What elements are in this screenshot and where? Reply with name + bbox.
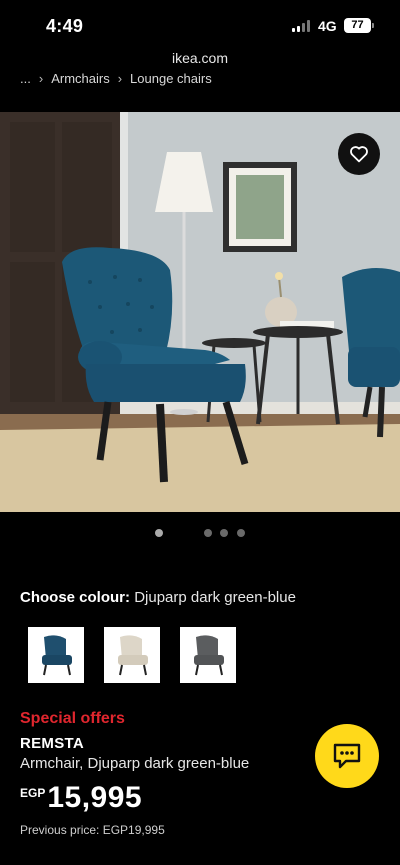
product-price: EGP 15,995 xyxy=(20,781,142,815)
swatch-beige[interactable] xyxy=(104,627,160,683)
battery-icon: 77 xyxy=(344,18,374,33)
status-bar: 4:49 4G 77 xyxy=(0,0,400,48)
armchair-thumbnail xyxy=(194,635,224,676)
browser-url[interactable]: ikea.com xyxy=(0,50,400,66)
signal-icon xyxy=(292,20,310,32)
breadcrumb-item-armchairs[interactable]: Armchairs xyxy=(51,71,110,86)
armchair-thumbnail xyxy=(42,635,72,676)
product-name: REMSTA xyxy=(20,735,85,752)
swatch-grey[interactable] xyxy=(180,627,236,683)
breadcrumb-ellipsis[interactable]: ... xyxy=(20,71,31,86)
chevron-right-icon: › xyxy=(38,71,44,86)
carousel-dot[interactable] xyxy=(204,529,212,537)
swatch-dark-green-blue[interactable] xyxy=(28,627,84,683)
armchair-scene-illustration xyxy=(0,112,400,512)
carousel-dot[interactable] xyxy=(237,529,245,537)
chat-button[interactable] xyxy=(315,724,379,788)
colour-value: Djuparp dark green-blue xyxy=(134,589,296,606)
status-time: 4:49 xyxy=(46,16,84,36)
price-currency: EGP xyxy=(20,786,46,800)
special-offers-label: Special offers xyxy=(20,710,125,727)
armchair-thumbnail xyxy=(118,635,148,676)
product-image[interactable] xyxy=(0,112,400,512)
price-amount: 15,995 xyxy=(47,781,143,814)
chat-bubble-icon xyxy=(333,743,361,769)
colour-selector-label: Choose colour: Djuparp dark green-blue xyxy=(20,589,296,606)
carousel-dot[interactable] xyxy=(220,529,228,537)
carousel-dot[interactable] xyxy=(155,529,163,537)
colour-label: Choose colour: xyxy=(20,589,131,606)
product-description: Armchair, Djuparp dark green-blue xyxy=(20,755,250,772)
previous-price: Previous price: EGP19,995 xyxy=(20,823,165,837)
heart-icon xyxy=(350,146,368,163)
colour-swatches xyxy=(28,627,236,683)
network-type: 4G xyxy=(318,18,337,34)
carousel-indicator xyxy=(0,529,400,537)
breadcrumb: ... › Armchairs › Lounge chairs xyxy=(20,71,212,86)
chevron-right-icon: › xyxy=(117,71,123,86)
breadcrumb-item-lounge-chairs[interactable]: Lounge chairs xyxy=(130,71,212,86)
favourite-button[interactable] xyxy=(338,133,380,175)
